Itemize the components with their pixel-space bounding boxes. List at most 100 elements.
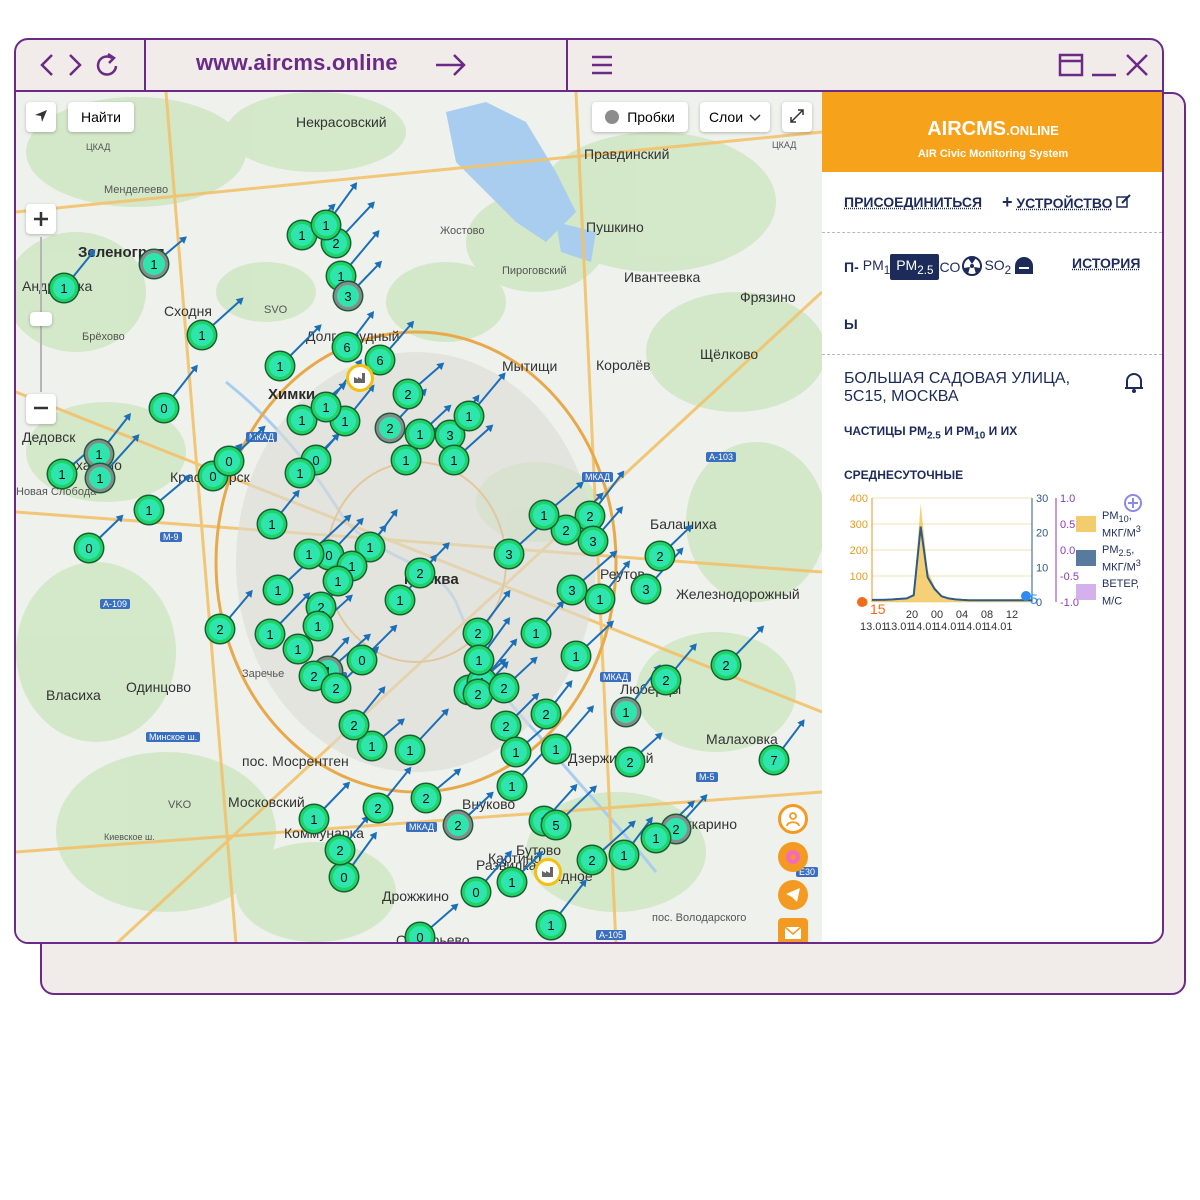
sensor-marker[interactable]: 0	[215, 447, 243, 475]
sensor-marker[interactable]: 1	[258, 510, 286, 538]
sensor-marker[interactable]: 0	[462, 878, 490, 906]
factory-icon[interactable]	[534, 858, 562, 886]
sensor-marker[interactable]: 2	[326, 836, 354, 864]
sensor-marker[interactable]: 1	[300, 805, 328, 833]
legend-item[interactable]: PM2.5, МКГ/М3	[1076, 544, 1162, 576]
zoom-in-button[interactable]	[26, 204, 56, 234]
map-area[interactable]: Некрасовский Правдинский Менделеево Жостово…	[16, 92, 822, 942]
add-device-link[interactable]: + УСТРОЙСТВО	[1002, 192, 1132, 213]
zoom-out-button[interactable]	[26, 394, 56, 424]
noise-icon[interactable]	[1013, 256, 1035, 279]
sensor-marker[interactable]: 0	[75, 534, 103, 562]
sensor-marker[interactable]: 1	[455, 402, 483, 430]
donut-icon[interactable]	[778, 842, 808, 872]
window-maximize-icon[interactable]	[1058, 52, 1084, 83]
back-icon[interactable]	[38, 52, 58, 83]
reload-icon[interactable]	[94, 52, 122, 85]
sensor-marker[interactable]: 2	[340, 711, 368, 739]
sensor-marker[interactable]: 2	[444, 811, 472, 839]
sensor-marker[interactable]: 1	[386, 586, 414, 614]
join-link[interactable]: ПРИСОЕДИНИТЬСЯ	[844, 194, 982, 212]
telegram-icon[interactable]	[778, 880, 808, 910]
sensor-marker[interactable]: 1	[465, 646, 493, 674]
legend-item[interactable]: ВЕТЕР, М/С	[1076, 578, 1162, 610]
sensor-marker[interactable]: 2	[492, 712, 520, 740]
sensor-marker[interactable]: 2	[322, 674, 350, 702]
layers-button[interactable]: Слои	[700, 102, 770, 132]
sensor-marker[interactable]: 1	[392, 446, 420, 474]
sensor-marker[interactable]: 2	[406, 559, 434, 587]
email-icon[interactable]	[778, 918, 808, 942]
sensor-marker[interactable]: 1	[562, 642, 590, 670]
window-close-icon[interactable]	[1124, 52, 1150, 83]
sensor-marker[interactable]: 2	[576, 502, 604, 530]
sensor-marker[interactable]: 2	[490, 674, 518, 702]
fullscreen-button[interactable]	[782, 102, 812, 132]
history-link[interactable]: ИСТОРИЯ	[1072, 255, 1140, 273]
sensor-marker[interactable]: 2	[578, 846, 606, 874]
forward-icon[interactable]	[64, 52, 84, 83]
sensor-marker[interactable]: 0	[348, 646, 376, 674]
tab-pm1[interactable]: PM1	[863, 257, 890, 277]
sensor-marker[interactable]: 1	[586, 585, 614, 613]
sensor-marker[interactable]: 1	[50, 274, 78, 302]
sensor-marker[interactable]: 1	[642, 824, 670, 852]
sensor-marker[interactable]: 1	[312, 211, 340, 239]
sensor-marker[interactable]: 2	[712, 651, 740, 679]
sensor-marker[interactable]: 1	[266, 352, 294, 380]
sensor-marker[interactable]: 1	[324, 567, 352, 595]
sensor-marker[interactable]: 1	[498, 772, 526, 800]
sensor-marker[interactable]: 2	[464, 680, 492, 708]
go-arrow-icon[interactable]	[434, 52, 468, 83]
geolocate-button[interactable]	[26, 102, 56, 132]
sensor-marker[interactable]: 1	[86, 464, 114, 492]
sensor-marker[interactable]: 5	[542, 811, 570, 839]
sensor-marker[interactable]: 0	[150, 394, 178, 422]
sensor-marker[interactable]: 1	[295, 540, 323, 568]
sensor-marker[interactable]: 2	[376, 414, 404, 442]
sensor-marker[interactable]: 1	[140, 250, 168, 278]
address-bar[interactable]: www.aircms.online	[196, 50, 398, 76]
menu-icon[interactable]	[590, 54, 614, 81]
factory-icon[interactable]	[346, 364, 374, 392]
sensor-marker[interactable]: 1	[537, 911, 565, 939]
sensor-marker[interactable]: 1	[440, 446, 468, 474]
sensor-marker[interactable]: 1	[264, 576, 292, 604]
traffic-button[interactable]: Пробки	[592, 102, 688, 132]
sensor-marker[interactable]: 3	[558, 576, 586, 604]
sensor-marker[interactable]: 1	[522, 619, 550, 647]
legend-item[interactable]: PM10, МКГ/М3	[1076, 510, 1162, 542]
sensor-marker[interactable]: 2	[652, 666, 680, 694]
sensor-marker[interactable]: 1	[396, 736, 424, 764]
sensor-marker[interactable]: 3	[632, 575, 660, 603]
sensor-marker[interactable]: 1	[312, 393, 340, 421]
radiation-icon[interactable]	[962, 255, 983, 279]
window-minimize-icon[interactable]	[1090, 52, 1118, 83]
sensor-marker[interactable]: 1	[612, 698, 640, 726]
sensor-marker[interactable]: 1	[188, 321, 216, 349]
sensor-marker[interactable]: 1	[256, 620, 284, 648]
sensor-marker[interactable]: 1	[284, 635, 312, 663]
user-icon[interactable]	[778, 804, 808, 834]
sensor-marker[interactable]: 1	[135, 496, 163, 524]
sensor-marker[interactable]: 2	[464, 619, 492, 647]
tab-co[interactable]: CO	[939, 259, 960, 275]
sensor-marker[interactable]: 2	[616, 748, 644, 776]
sensor-marker[interactable]: 2	[532, 700, 560, 728]
sensor-marker[interactable]: 1	[542, 735, 570, 763]
sensor-marker[interactable]: 3	[495, 540, 523, 568]
sensor-marker[interactable]: 1	[610, 841, 638, 869]
sensor-marker[interactable]: 1	[498, 868, 526, 896]
sensor-marker[interactable]: 1	[406, 420, 434, 448]
tab-so2[interactable]: SO2	[984, 257, 1011, 277]
sensor-marker[interactable]: 0	[406, 923, 434, 942]
sensor-marker[interactable]: 2	[646, 542, 674, 570]
sensor-marker[interactable]: 3	[334, 282, 362, 310]
sensor-marker[interactable]: 6	[333, 333, 361, 361]
sensor-marker[interactable]: 2	[206, 615, 234, 643]
sensor-marker[interactable]: 2	[412, 784, 440, 812]
bell-icon[interactable]	[1124, 370, 1144, 399]
sensor-marker[interactable]: 1	[502, 738, 530, 766]
sensor-marker[interactable]: 2	[394, 380, 422, 408]
sensor-marker[interactable]: 0	[330, 863, 358, 891]
